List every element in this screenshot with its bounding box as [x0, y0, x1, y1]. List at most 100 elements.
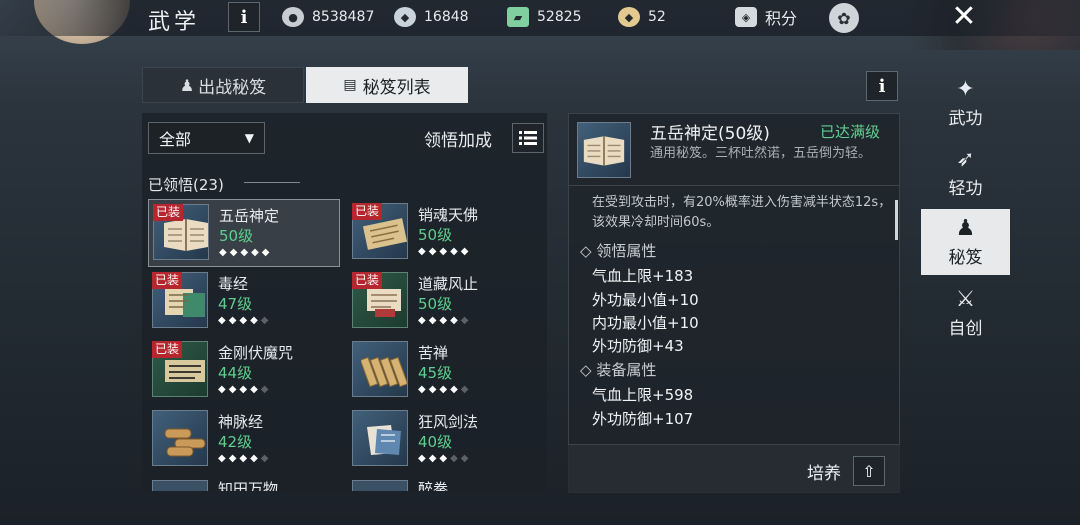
section-label: 领悟属性: [596, 242, 657, 260]
score-button[interactable]: ◈ 积分: [735, 6, 797, 28]
sidebar-item-label: 秘笈: [948, 247, 983, 268]
detail-description: 通用秘笈。三杯吐然诺，五岳倒为轻。: [650, 146, 872, 161]
attribute-line: 外功防御+107: [592, 410, 694, 428]
meditating-figure-icon: ♟: [179, 75, 195, 95]
tab-book-list[interactable]: ▤ 秘笈列表: [306, 67, 468, 103]
silver-ingot-icon: ◆: [394, 7, 416, 27]
sidebar-item-label: 武功: [948, 108, 983, 129]
resource-value: 16848: [424, 9, 469, 25]
jade-token-icon: ▰: [507, 7, 529, 27]
book-card[interactable]: 狂风剑法 40级 ◆◆◆◆◆: [348, 406, 540, 474]
book-name: 五岳神定: [219, 207, 280, 225]
max-level-status: 已达满级: [820, 123, 881, 141]
cultivate-button[interactable]: ⇧: [853, 456, 885, 486]
book-name: 苦禅: [418, 344, 449, 362]
star-rating: ◆◆◆◆◆: [418, 453, 472, 464]
info-button[interactable]: i: [866, 71, 898, 101]
attribute-line: 外功防御+43: [592, 337, 684, 355]
attribute-line: 外功最小值+10: [592, 291, 699, 309]
learned-count: 已领悟(23): [148, 176, 224, 194]
attribute-line: 气血上限+183: [592, 267, 694, 285]
section-label: 装备属性: [596, 361, 657, 379]
sidebar-item-custom[interactable]: ⚔ 自创: [921, 280, 1010, 346]
equipped-badge: 已装: [152, 272, 183, 289]
martial-pose-icon: ✦: [956, 76, 975, 102]
equipped-badge: 已装: [153, 204, 184, 221]
book-name: 金刚伏魔咒: [218, 344, 294, 362]
book-name: 知田万物: [218, 480, 279, 491]
scrollbar[interactable]: [895, 200, 898, 240]
book-level: 40级: [418, 433, 453, 451]
book-icon: [152, 480, 208, 491]
open-book-icon: [577, 122, 631, 178]
equipped-badge: 已装: [152, 341, 183, 358]
divider: [244, 182, 300, 183]
book-card[interactable]: 已装 金刚伏魔咒 44级 ◆◆◆◆◆: [148, 337, 340, 405]
detail-title: 五岳神定(50级): [650, 124, 770, 144]
book-level: 50级: [219, 227, 254, 245]
sidebar-item-lightness[interactable]: ➶ 轻功: [921, 140, 1010, 206]
star-rating: ◆◆◆◆◆: [218, 315, 272, 326]
cultivate-bar: [568, 444, 900, 493]
sidebar-item-books[interactable]: ♟ 秘笈: [921, 209, 1010, 275]
book-name: 毒经: [218, 275, 249, 293]
insight-bonus-button[interactable]: [512, 123, 544, 153]
close-icon[interactable]: ✕: [944, 0, 984, 34]
settings-gear-icon[interactable]: ✿: [829, 3, 859, 33]
resource-silver: ◆ 16848: [394, 6, 469, 28]
star-rating: ◆◆◆◆◆: [418, 384, 472, 395]
diamond-icon: ◇: [580, 361, 592, 379]
list-icon: [519, 131, 537, 145]
meditating-figure-icon: ♟: [955, 215, 976, 241]
info-button[interactable]: i: [228, 2, 260, 32]
star-rating: ◆◆◆◆◆: [418, 315, 472, 326]
cultivate-label: 培养: [807, 464, 841, 484]
book-card[interactable]: 苦禅 45级 ◆◆◆◆◆: [348, 337, 540, 405]
book-level: 50级: [418, 295, 453, 313]
resource-copper: ● 8538487: [282, 6, 374, 28]
crossed-swords-icon: ⚔: [955, 286, 976, 312]
star-rating: ◆◆◆◆◆: [218, 453, 272, 464]
scroll-bundle-icon: [152, 410, 208, 466]
book-name: 道藏风止: [418, 275, 479, 293]
star-rating: ◆◆◆◆◆: [418, 246, 472, 257]
book-name: 销魂天佛: [418, 206, 479, 224]
game-screen: 武学 i ● 8538487 ◆ 16848 ▰ 52825 ◆ 52 ◈ 积分…: [0, 0, 1080, 525]
sidebar-item-label: 轻功: [948, 178, 983, 199]
book-name: 醉拳: [418, 480, 449, 491]
up-arrow-icon: ⇧: [862, 461, 876, 481]
gold-ingot-icon: ◆: [618, 7, 640, 27]
filter-dropdown[interactable]: 全部 ▼: [148, 122, 265, 154]
chevron-down-icon: ▼: [244, 131, 254, 145]
attribute-line: 内功最小值+10: [592, 314, 699, 332]
book-name: 狂风剑法: [418, 413, 479, 431]
book-card[interactable]: 已装 销魂天佛 50级 ◆◆◆◆◆: [348, 199, 540, 267]
book-level: 45级: [418, 364, 453, 382]
equip-section-heading: ◇ 装备属性: [580, 359, 656, 380]
tab-label: 出战秘笈: [198, 77, 267, 98]
book-card[interactable]: 已装 五岳神定 50级 ◆◆◆◆◆: [148, 199, 340, 267]
book-card[interactable]: 神脉经 42级 ◆◆◆◆◆: [148, 406, 340, 474]
sidebar-item-martial[interactable]: ✦ 武功: [921, 70, 1010, 136]
divider: [568, 185, 900, 186]
copper-coin-icon: ●: [282, 7, 304, 27]
book-level: 44级: [218, 364, 253, 382]
attribute-line: 气血上限+598: [592, 386, 694, 404]
tab-battle-books[interactable]: ♟ 出战秘笈: [142, 67, 304, 103]
resource-value: 52825: [537, 9, 582, 25]
clipped-row: 知田万物 醉拳: [142, 476, 547, 491]
equipped-badge: 已装: [352, 272, 383, 289]
book-card[interactable]: 已装 道藏风止 50级 ◆◆◆◆◆: [348, 268, 540, 336]
manual-book-icon: [352, 410, 408, 466]
book-card[interactable]: 已装 毒经 47级 ◆◆◆◆◆: [148, 268, 340, 336]
diamond-icon: ◇: [580, 242, 592, 260]
book-icon: [352, 480, 408, 491]
top-bar: 武学 i ● 8538487 ◆ 16848 ▰ 52825 ◆ 52 ◈ 积分…: [0, 0, 1080, 36]
sidebar-item-label: 自创: [948, 318, 983, 339]
filter-selected: 全部: [159, 130, 192, 149]
page-title: 武学: [148, 10, 201, 35]
book-level: 42级: [218, 433, 253, 451]
star-rating: ◆◆◆◆◆: [218, 384, 272, 395]
score-label: 积分: [765, 9, 798, 28]
resource-value: 52: [648, 9, 666, 25]
